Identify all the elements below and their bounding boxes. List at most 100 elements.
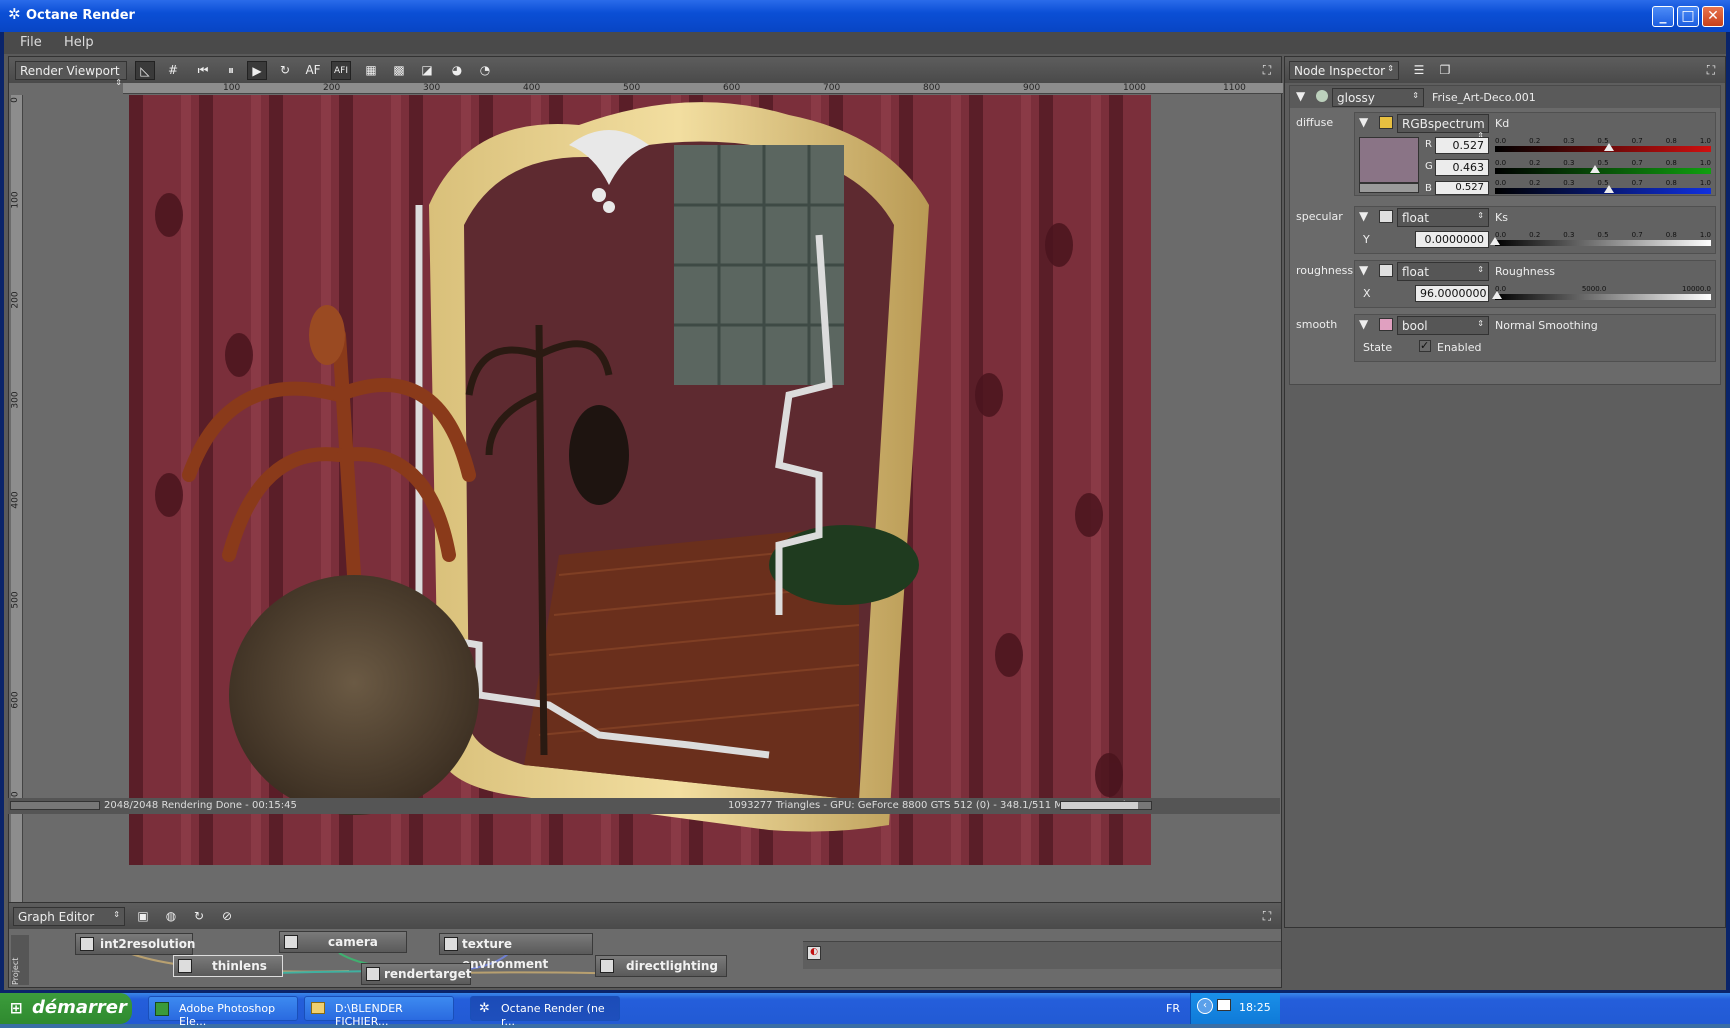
fullscreen-graph-icon[interactable]: ⛶ (1257, 907, 1277, 926)
scale-tick: 0.8 (1665, 137, 1677, 145)
memory-bar (1060, 801, 1152, 810)
roughness-type-combo[interactable]: float ⇕ (1397, 262, 1489, 281)
ruler-top-label: 1100 (1223, 83, 1246, 93)
graph-node-label: directlighting (626, 959, 718, 973)
play-icon[interactable]: ▶ (247, 61, 267, 80)
g-slider[interactable]: 0.0 0.2 0.3 0.5 0.7 0.8 1.0 (1495, 159, 1711, 175)
minimize-button[interactable]: _ (1652, 6, 1674, 27)
viewport-combo[interactable]: Render Viewport ⇕ (15, 61, 127, 87)
autofocus-button[interactable]: AF (303, 61, 323, 80)
select-tool-icon[interactable]: ◺ (135, 61, 155, 80)
roughness-param: Roughness (1495, 265, 1556, 278)
node-type-combo[interactable]: glossy ⇕ (1332, 88, 1424, 107)
node-name: Frise_Art-Deco.001 (1432, 91, 1536, 104)
collapse-arrow-icon[interactable]: ▼ (1359, 115, 1368, 129)
add-node-icon[interactable]: ▣ (133, 907, 153, 926)
graph-node-label: camera (328, 935, 378, 949)
specular-input[interactable]: 0.0000000 (1415, 231, 1489, 248)
octane-logo-icon: ✲ (8, 5, 21, 23)
delete-node-icon[interactable]: ⊘ (217, 907, 237, 926)
grid-icon[interactable]: # (163, 61, 183, 80)
node-header[interactable]: ▼ glossy ⇕ Frise_Art-Deco.001 (1290, 86, 1720, 108)
specular-slider-thumb[interactable] (1490, 237, 1500, 245)
refresh-graph-icon[interactable]: ↻ (189, 907, 209, 926)
roughness-group: ▼ float ⇕ Roughness X 96.0000000 0.0 5000.… (1354, 260, 1716, 308)
roughness-slider[interactable]: 0.0 5000.0 10000.0 (1492, 285, 1711, 301)
roughness-input[interactable]: 96.0000000 (1415, 285, 1489, 302)
task-octane[interactable]: ✲ Octane Render (ne r... (470, 996, 620, 1028)
menu-help[interactable]: Help (64, 35, 94, 50)
g-slider-thumb[interactable] (1590, 165, 1600, 173)
graph-node-int2resolution[interactable]: int2resolution (75, 933, 196, 955)
ruler-left-label: 400 (10, 491, 21, 509)
diffuse-type-combo[interactable]: RGBspectrum ⇕ (1397, 114, 1489, 140)
graph-editor-combo[interactable]: Graph Editor ⇕ (13, 907, 125, 926)
client-area: File Help Render Viewport ⇕ ◺ # ⏮ ⏸ ▶ ↻ A… (4, 32, 1726, 990)
diffuse-color-swatch[interactable] (1359, 137, 1419, 183)
scale-tick: 0.2 (1529, 231, 1541, 239)
b-input[interactable]: 0.527 (1435, 181, 1489, 195)
node-inspector-combo[interactable]: Node Inspector ⇕ (1289, 61, 1399, 80)
pause-icon[interactable]: ⏸ (221, 61, 241, 80)
graph-node-thinlens[interactable]: thinlens (173, 955, 283, 977)
graph-node-rendertarget[interactable]: rendertarget (361, 963, 471, 985)
collapse-arrow-icon[interactable]: ▼ (1359, 263, 1368, 277)
half-checker-icon[interactable]: ◪ (417, 61, 437, 80)
specular-type-combo[interactable]: float ⇕ (1397, 208, 1489, 227)
region-icon[interactable]: ▦ (361, 61, 381, 80)
tray-expand-icon[interactable]: ‹ (1197, 998, 1213, 1014)
fullscreen-viewport-icon[interactable]: ⛶ (1257, 61, 1277, 80)
r-input[interactable]: 0.527 (1435, 137, 1489, 154)
ruler-top-label: 400 (523, 83, 541, 93)
enabled-checkbox[interactable]: ✓ (1419, 340, 1431, 352)
title-bar[interactable]: ✲ Octane Render _ □ ✕ (0, 0, 1730, 32)
graph-node-directlighting[interactable]: directlighting (595, 955, 727, 977)
roughness-slider-thumb[interactable] (1492, 291, 1503, 299)
clock: 18:25 (1239, 1001, 1271, 1014)
node-icon (178, 959, 192, 973)
graph-editor-combo-label: Graph Editor (18, 910, 95, 924)
tray-app-icon[interactable] (1217, 999, 1231, 1011)
smooth-param: Normal Smoothing (1495, 319, 1598, 332)
diffuse-group: ▼ RGBspectrum ⇕ Kd R 0.527 0.0 0.2 0.3 0.5 0.… (1354, 112, 1716, 196)
scale-tick: 0.8 (1665, 179, 1677, 187)
material-node-icon[interactable]: ◍ (161, 907, 181, 926)
scale-tick: 0.0 (1495, 159, 1507, 167)
language-indicator[interactable]: FR (1166, 1002, 1180, 1015)
menu-file[interactable]: File (20, 35, 42, 50)
g-input[interactable]: 0.463 (1435, 159, 1489, 176)
ruler-top-label: 500 (623, 83, 641, 93)
specular-slider-scale: 0.0 0.2 0.3 0.5 0.7 0.8 1.0 (1495, 231, 1711, 239)
reset-camera-icon[interactable]: ◔ (475, 61, 495, 80)
task-photoshop[interactable]: Adobe Photoshop Ele... (148, 996, 298, 1028)
collapse-arrow-icon[interactable]: ▼ (1359, 317, 1368, 331)
close-button[interactable]: ✕ (1702, 6, 1724, 27)
rewind-icon[interactable]: ⏮ (193, 61, 213, 80)
maximize-button[interactable]: □ (1677, 6, 1699, 27)
r-slider-thumb[interactable] (1603, 143, 1614, 151)
specular-axis: Y (1363, 233, 1370, 246)
ruler-left-label: 100 (10, 191, 21, 209)
b-slider[interactable]: 0.0 0.2 0.3 0.5 0.7 0.8 1.0 (1495, 179, 1711, 195)
graph-node-camera[interactable]: camera (279, 931, 407, 953)
graph-timeline[interactable]: ◐ (803, 941, 1281, 969)
collapse-icon[interactable]: ☰ (1409, 61, 1429, 80)
autofocus-image-button[interactable]: AFI (331, 61, 351, 80)
smooth-type-combo[interactable]: bool ⇕ (1397, 316, 1489, 335)
lock-camera-icon[interactable]: ◕ (447, 61, 467, 80)
r-label: R (1425, 139, 1432, 150)
checker-icon[interactable]: ▩ (389, 61, 409, 80)
fullscreen-inspector-icon[interactable]: ⛶ (1701, 61, 1721, 80)
r-slider[interactable]: 0.0 0.2 0.3 0.5 0.7 0.8 1.0 (1495, 137, 1711, 153)
graph-node-label: int2resolution (100, 937, 196, 951)
b-slider-thumb[interactable] (1603, 185, 1614, 193)
collapse-arrow-icon[interactable]: ▼ (1359, 209, 1368, 223)
collapse-arrow-icon[interactable]: ▼ (1296, 89, 1305, 103)
render-image[interactable] (129, 95, 1151, 865)
graph-node-texture-environment[interactable]: texture environment (439, 933, 593, 971)
task-explorer[interactable]: D:\BLENDER FICHIER... (304, 996, 454, 1028)
start-button[interactable]: ⊞ démarrer (0, 993, 132, 1024)
refresh-icon[interactable]: ↻ (275, 61, 295, 80)
expand-icon[interactable]: ❐ (1435, 61, 1455, 80)
specular-slider[interactable]: 0.0 0.2 0.3 0.5 0.7 0.8 1.0 (1490, 231, 1711, 247)
